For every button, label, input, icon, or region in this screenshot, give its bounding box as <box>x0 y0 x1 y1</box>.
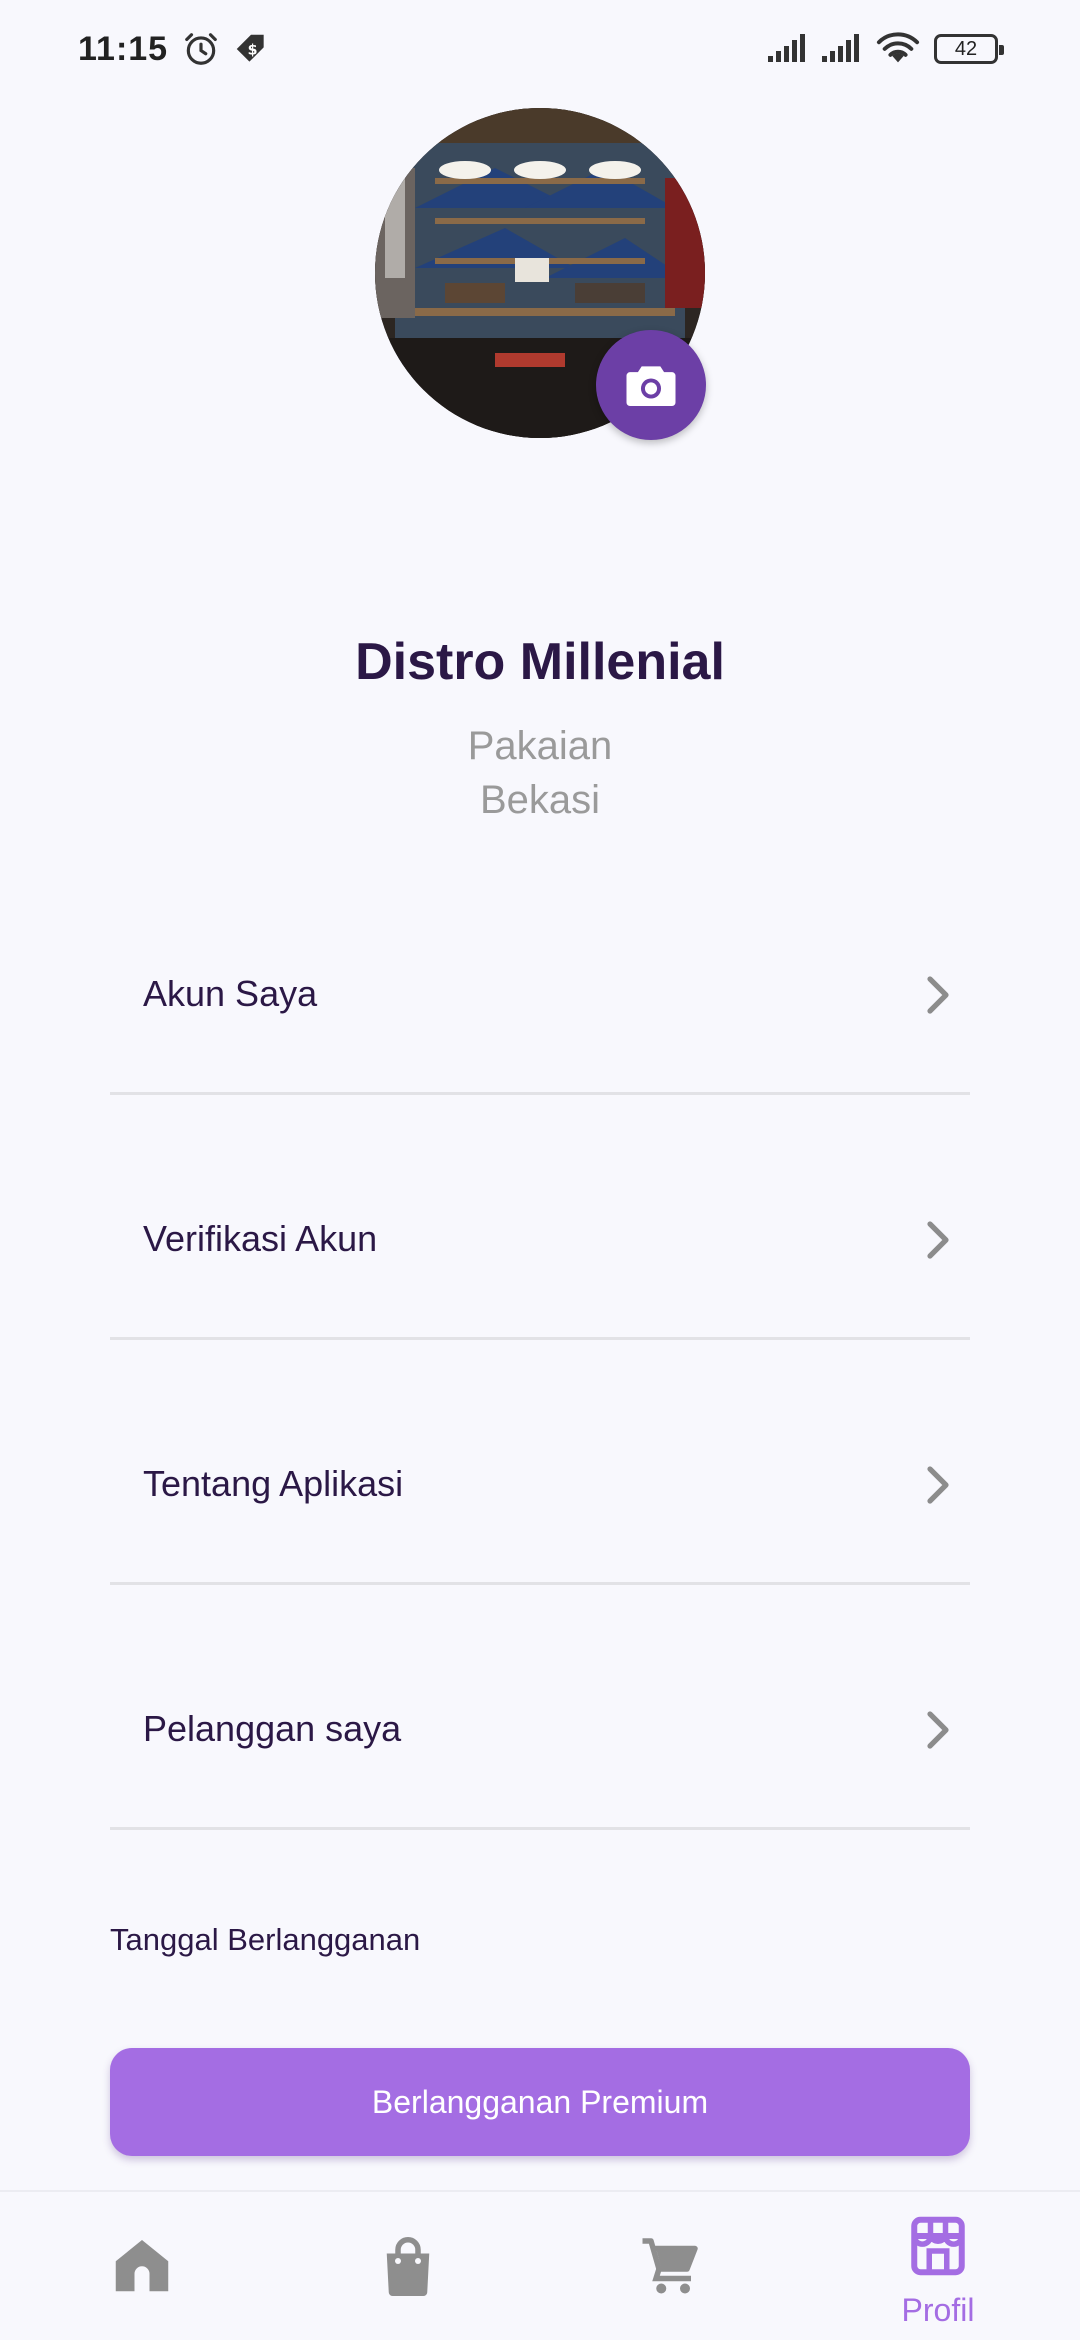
alarm-icon <box>185 33 217 65</box>
menu-item-verifikasi-akun[interactable]: Verifikasi Akun <box>110 1140 970 1340</box>
nav-cart[interactable] <box>600 2192 740 2340</box>
wifi-icon <box>876 32 920 63</box>
cart-icon <box>642 2238 698 2294</box>
status-bar: 11:15 $ 42 <box>0 0 1080 100</box>
svg-text:$: $ <box>248 43 258 59</box>
status-time: 11:15 <box>78 30 169 68</box>
nav-profile-label: Profil <box>901 2292 975 2328</box>
subscription-date-label: Tanggal Berlangganan <box>110 1922 421 1957</box>
premium-subscribe-button[interactable]: Berlangganan Premium <box>110 2048 970 2156</box>
tag-icon: $ <box>236 34 264 62</box>
camera-icon <box>626 366 676 406</box>
divider <box>110 1092 970 1095</box>
divider <box>110 1582 970 1585</box>
menu-item-label: Pelanggan saya <box>143 1708 402 1749</box>
menu-item-tentang-aplikasi[interactable]: Tentang Aplikasi <box>110 1385 970 1585</box>
divider <box>110 1337 970 1340</box>
menu-item-label: Akun Saya <box>143 973 318 1014</box>
nav-home[interactable] <box>72 2192 212 2340</box>
chevron-right-icon <box>927 1466 949 1504</box>
nav-profile[interactable]: Profil <box>868 2192 1008 2340</box>
menu-item-akun-saya[interactable]: Akun Saya <box>110 895 970 1095</box>
signal-icon <box>768 34 805 62</box>
chevron-right-icon <box>927 1711 949 1749</box>
battery-icon: 42 <box>934 34 1004 64</box>
battery-level: 42 <box>954 38 978 60</box>
home-icon <box>115 2240 169 2292</box>
store-category: Pakaian <box>467 724 613 768</box>
nav-products[interactable] <box>338 2192 478 2340</box>
change-photo-button[interactable] <box>596 330 706 440</box>
chevron-right-icon <box>927 976 949 1014</box>
store-name: Distro Millenial <box>355 633 725 691</box>
menu-item-pelanggan-saya[interactable]: Pelanggan saya <box>110 1630 970 1830</box>
store-city: Bekasi <box>479 778 601 822</box>
store-icon <box>911 2216 965 2276</box>
shopping-bag-icon <box>386 2237 430 2296</box>
bottom-nav: Profil <box>0 2190 1080 2340</box>
signal-icon <box>822 34 859 62</box>
chevron-right-icon <box>927 1221 949 1259</box>
menu-item-label: Tentang Aplikasi <box>143 1463 404 1504</box>
divider <box>110 1827 970 1830</box>
menu-item-label: Verifikasi Akun <box>143 1218 378 1259</box>
